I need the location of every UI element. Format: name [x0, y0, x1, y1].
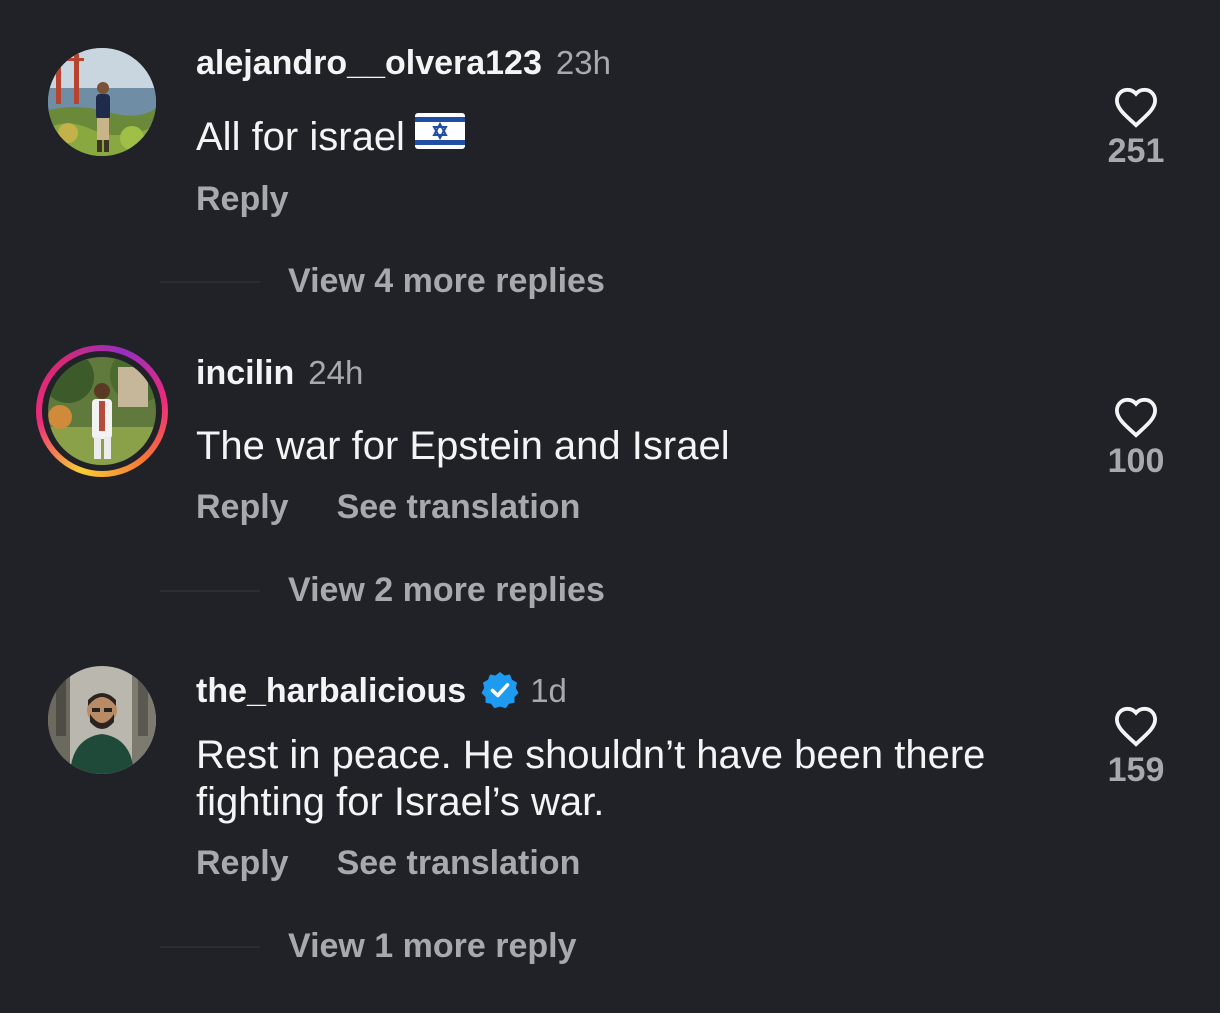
heart-outline-icon[interactable]	[1113, 86, 1159, 128]
view-more-replies-button[interactable]: View 4 more replies	[288, 262, 605, 301]
comment-line: Rest in peace. He shouldn’t have been th…	[196, 733, 986, 777]
timestamp: 1d	[530, 672, 567, 709]
heart-outline-icon[interactable]	[1113, 396, 1159, 438]
timestamp: 23h	[555, 44, 611, 81]
comment-text: The war for Epstein and Israel	[196, 424, 730, 468]
view-more-replies-button[interactable]: View 2 more replies	[288, 571, 605, 610]
comment-line: fighting for Israel’s war.	[196, 780, 605, 824]
avatar[interactable]	[48, 666, 156, 774]
thread-line	[160, 945, 260, 948]
like-count: 100	[1107, 442, 1165, 480]
see-translation-button[interactable]: See translation	[337, 844, 581, 883]
heart-outline-icon[interactable]	[1113, 705, 1159, 747]
reply-button[interactable]: Reply	[196, 180, 289, 219]
like-count: 251	[1107, 132, 1165, 170]
like-control: 100	[1090, 396, 1182, 481]
comment-body: All for israel	[196, 115, 405, 159]
reply-button[interactable]: Reply	[196, 844, 289, 883]
timestamp: 24h	[308, 354, 364, 391]
avatar	[48, 357, 156, 465]
thread-line	[160, 280, 260, 283]
comment-text: All for israel	[196, 112, 1076, 163]
username[interactable]: alejandro__olvera123	[196, 44, 542, 83]
reply-button[interactable]: Reply	[196, 488, 289, 527]
like-control: 159	[1090, 705, 1182, 790]
see-translation-button[interactable]: See translation	[337, 488, 581, 527]
avatar[interactable]	[48, 48, 156, 156]
like-count: 159	[1107, 751, 1165, 789]
comment-text: Rest in peace. He shouldn’t have been th…	[196, 732, 1076, 826]
story-ring[interactable]	[36, 345, 168, 477]
view-more-replies-button[interactable]: View 1 more reply	[288, 927, 577, 966]
username[interactable]: the_harbalicious	[196, 672, 466, 711]
verified-badge-icon	[480, 670, 520, 710]
like-control: 251	[1090, 86, 1182, 171]
thread-line	[160, 589, 260, 592]
username[interactable]: incilin	[196, 354, 294, 393]
israel-flag-emoji	[414, 112, 465, 160]
